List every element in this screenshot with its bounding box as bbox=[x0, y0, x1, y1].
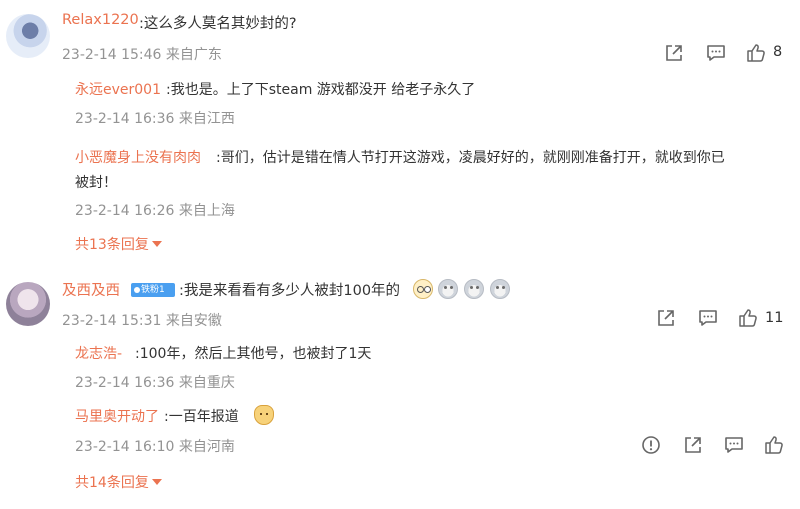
share-icon[interactable] bbox=[682, 434, 704, 456]
face-emoji-icon bbox=[490, 279, 510, 299]
avatar[interactable] bbox=[6, 14, 50, 58]
glasses-emoji-icon bbox=[413, 279, 433, 299]
comment-username[interactable]: 及西及西 bbox=[62, 279, 120, 300]
comment-icon[interactable] bbox=[697, 307, 719, 329]
report-icon[interactable] bbox=[640, 434, 662, 456]
comment-timestamp: 23-2-14 15:46 来自广东 bbox=[62, 47, 222, 63]
reply-username[interactable]: 龙志浩- bbox=[75, 343, 122, 363]
reply-text-continued: 被封！ bbox=[75, 175, 117, 191]
face-emoji-icon bbox=[464, 279, 484, 299]
face-emoji-icon bbox=[438, 279, 458, 299]
caret-down-icon bbox=[151, 241, 162, 247]
comment-text: :我是来看看有多少人被封100年的 bbox=[179, 283, 401, 299]
reply-text: :我也是。上了下steam 游戏都没开 给老子永久了 bbox=[166, 82, 476, 98]
avatar[interactable] bbox=[6, 282, 50, 326]
comment-icon[interactable] bbox=[723, 434, 745, 456]
comment-text: :这么多人莫名其妙封的? bbox=[139, 16, 297, 32]
reply-username[interactable]: 马里奥开动了 bbox=[75, 406, 159, 426]
reply-timestamp: 23-2-14 16:36 来自江西 bbox=[75, 111, 235, 127]
fan-badge-label: 铁粉1 bbox=[141, 285, 165, 295]
comment-icon[interactable] bbox=[705, 42, 727, 64]
reply-timestamp: 23-2-14 16:26 来自上海 bbox=[75, 203, 235, 219]
reply-username[interactable]: 小恶魔身上没有肉肉 bbox=[75, 147, 201, 167]
caret-down-icon bbox=[151, 479, 162, 485]
thumbs-up-icon[interactable] bbox=[745, 42, 767, 64]
reply-text: :哥们，估计是错在情人节打开这游戏，凌晨好好的，就刚刚准备打开，就收到你已 bbox=[216, 150, 725, 166]
reply-username[interactable]: 永远ever001 bbox=[75, 79, 161, 99]
more-replies-link[interactable]: 共13条回复 bbox=[75, 234, 162, 254]
more-replies-label: 共13条回复 bbox=[75, 237, 149, 253]
thumbs-up-icon[interactable] bbox=[737, 307, 759, 329]
share-icon[interactable] bbox=[663, 42, 685, 64]
cat-emoji-icon bbox=[254, 405, 274, 425]
thumbs-up-icon[interactable] bbox=[763, 434, 785, 456]
comment-username[interactable]: Relax1220 bbox=[62, 12, 139, 28]
comment-timestamp: 23-2-14 15:31 来自安徽 bbox=[62, 313, 222, 329]
reply-timestamp: 23-2-14 16:36 来自重庆 bbox=[75, 375, 235, 391]
more-replies-label: 共14条回复 bbox=[75, 475, 149, 491]
share-icon[interactable] bbox=[655, 307, 677, 329]
reply-timestamp: 23-2-14 16:10 来自河南 bbox=[75, 439, 235, 455]
more-replies-link[interactable]: 共14条回复 bbox=[75, 472, 162, 492]
fan-badge[interactable]: 铁粉1 bbox=[131, 283, 175, 297]
reply-text: :一百年报道 bbox=[164, 409, 239, 425]
reply-text: :100年，然后上其他号，也被封了1天 bbox=[135, 346, 372, 362]
like-count: 11 bbox=[765, 310, 784, 326]
like-count: 8 bbox=[773, 44, 783, 60]
